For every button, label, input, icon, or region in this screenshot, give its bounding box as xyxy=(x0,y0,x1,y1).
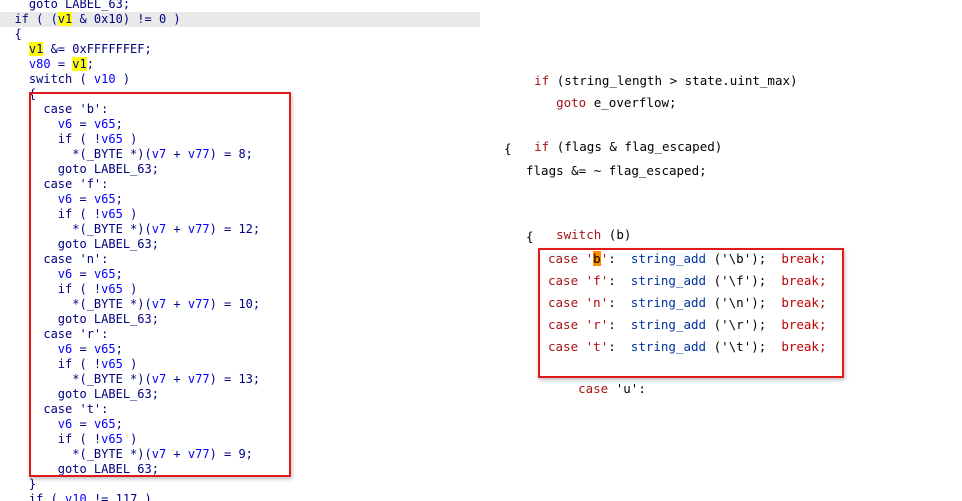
code-token: LABEL_63 xyxy=(65,0,123,11)
code-line: goto LABEL_63; xyxy=(0,0,130,12)
code-token: v1 xyxy=(28,42,44,56)
source-flags-clear: flags &= ~ flag_escaped; xyxy=(526,163,707,178)
code-line: { xyxy=(0,27,22,41)
source-if-overflow: if (string_length > state.uint_max) xyxy=(504,51,797,88)
keyword-switch: switch xyxy=(556,227,602,242)
source-open-brace: { xyxy=(504,141,512,156)
code-line: } xyxy=(0,477,37,491)
code-line: switch ( v10 ) xyxy=(0,72,131,86)
source-if-flags: if (flags & flag_escaped) xyxy=(534,139,723,154)
code-token: v1 xyxy=(72,57,87,71)
code-line: if ( (v1 & 0x10) != 0 ) xyxy=(0,12,480,27)
code-line: v1 &= 0xFFFFFFEF; xyxy=(28,42,152,56)
keyword-case-u: case xyxy=(578,381,609,396)
source-goto-overflow: goto e_overflow; xyxy=(556,95,677,110)
code-token: v10 xyxy=(93,72,116,86)
code-token: v1 xyxy=(57,12,73,26)
decompiler-pane: goto LABEL_63; if ( (v1 & 0x10) != 0 ) {… xyxy=(0,0,480,501)
source-open-brace-2: { xyxy=(526,229,534,244)
source-pane: if (string_length > state.uint_max) goto… xyxy=(480,0,962,501)
keyword-goto: goto xyxy=(556,95,587,110)
code-token: v10 xyxy=(65,492,87,501)
keyword-if-2: if xyxy=(534,139,550,154)
source-switch: switch (b) xyxy=(556,227,632,242)
code-line: v80 = v1; xyxy=(28,57,94,71)
code-token: v80 xyxy=(28,57,51,71)
highlight-box-right xyxy=(538,248,844,378)
code-line: if ( v10 != 117 ) xyxy=(0,492,152,501)
highlight-box-left xyxy=(29,92,291,477)
